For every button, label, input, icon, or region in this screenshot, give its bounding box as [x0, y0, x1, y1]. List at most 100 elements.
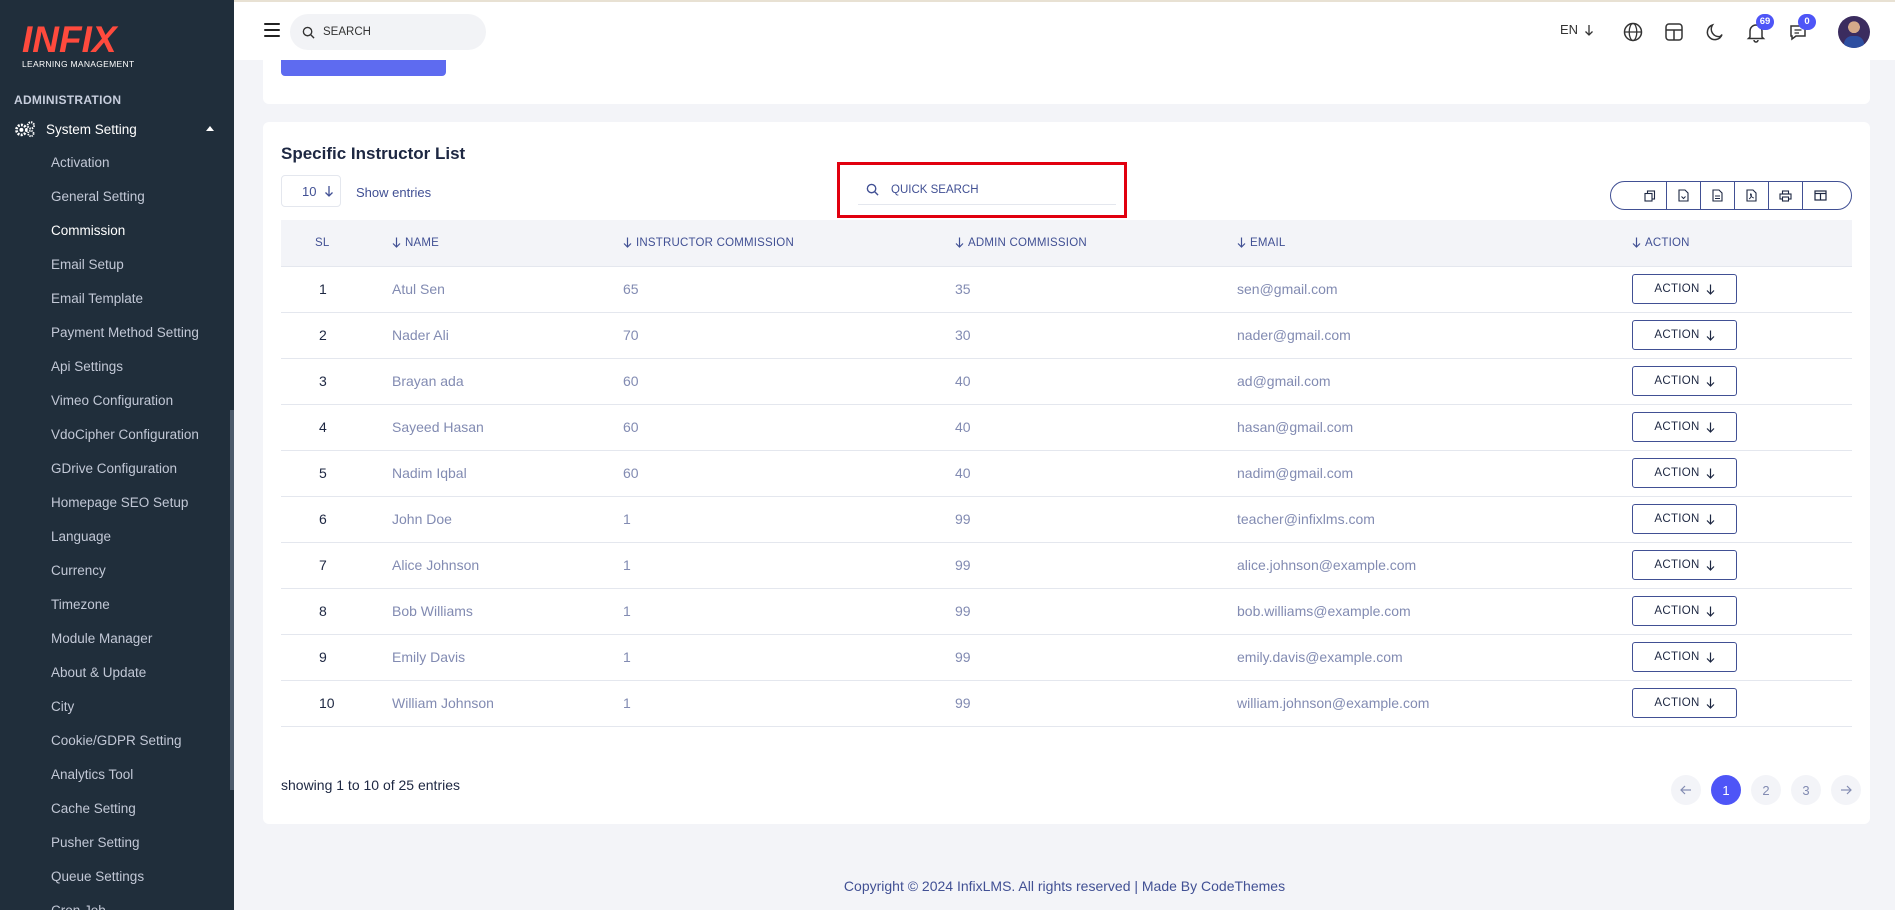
action-dropdown-button[interactable]: ACTION	[1632, 550, 1737, 580]
globe-icon[interactable]	[1622, 21, 1644, 43]
sidebar-item-vdocipher-configuration[interactable]: VdoCipher Configuration	[51, 424, 199, 458]
page-button-1[interactable]: 1	[1711, 775, 1741, 805]
column-header-instructor-commission[interactable]: INSTRUCTOR COMMISSION	[623, 220, 955, 267]
sidebar-item-cache-setting[interactable]: Cache Setting	[51, 798, 199, 832]
action-dropdown-button[interactable]: ACTION	[1632, 274, 1737, 304]
cell-name: Bob Williams	[392, 588, 623, 635]
action-dropdown-button[interactable]: ACTION	[1632, 366, 1737, 396]
column-header-admin-commission[interactable]: ADMIN COMMISSION	[955, 220, 1237, 267]
header-search[interactable]	[290, 14, 486, 50]
copy-icon[interactable]	[1633, 182, 1667, 209]
table-row: 2 Nader Ali 70 30 nader@gmail.com ACTION	[281, 312, 1852, 359]
brand-logo[interactable]: INFIX LEARNING MANAGEMENT	[22, 19, 134, 69]
sidebar-item-city[interactable]: City	[51, 696, 199, 730]
action-label: ACTION	[1654, 467, 1700, 479]
column-header-action[interactable]: ACTION	[1632, 220, 1852, 267]
action-dropdown-button[interactable]: ACTION	[1632, 412, 1737, 442]
sidebar-item-about-update[interactable]: About & Update	[51, 662, 199, 696]
column-header-email[interactable]: EMAIL	[1237, 220, 1632, 267]
menu-toggle-icon[interactable]	[264, 23, 280, 37]
cell-action: ACTION	[1632, 266, 1852, 313]
quick-search[interactable]	[858, 175, 1116, 205]
cell-sl: 2	[281, 312, 392, 359]
arrow-right-icon	[1841, 785, 1852, 795]
search-icon	[866, 183, 879, 196]
cell-admin-commission: 99	[955, 588, 1237, 635]
next-page-button[interactable]	[1831, 775, 1861, 805]
action-dropdown-button[interactable]: ACTION	[1632, 458, 1737, 488]
sidebar-scrollbar[interactable]	[230, 410, 234, 790]
sidebar-item-timezone[interactable]: Timezone	[51, 594, 199, 628]
action-dropdown-button[interactable]: ACTION	[1632, 642, 1737, 672]
sidebar-item-general-setting[interactable]: General Setting	[51, 186, 199, 220]
cell-sl: 5	[281, 450, 392, 497]
cell-sl: 9	[281, 634, 392, 681]
cell-admin-commission: 35	[955, 266, 1237, 313]
sidebar-item-email-setup[interactable]: Email Setup	[51, 254, 199, 288]
save-button-partial[interactable]	[281, 60, 446, 76]
cell-instructor-commission: 60	[623, 450, 955, 497]
action-dropdown-button[interactable]: ACTION	[1632, 320, 1737, 350]
sidebar-item-cookie-gdpr-setting[interactable]: Cookie/GDPR Setting	[51, 730, 199, 764]
sidebar-item-language[interactable]: Language	[51, 526, 199, 560]
notification-badge: 69	[1756, 14, 1774, 30]
cell-admin-commission: 99	[955, 496, 1237, 543]
cell-sl: 1	[281, 266, 392, 313]
sidebar-item-pusher-setting[interactable]: Pusher Setting	[51, 832, 199, 866]
avatar[interactable]	[1838, 16, 1870, 48]
action-dropdown-button[interactable]: ACTION	[1632, 688, 1737, 718]
sidebar-item-queue-settings[interactable]: Queue Settings	[51, 866, 199, 900]
column-header-name[interactable]: NAME	[392, 220, 623, 267]
sidebar-item-email-template[interactable]: Email Template	[51, 288, 199, 322]
page-title: Specific Instructor List	[281, 144, 466, 163]
sidebar-item-payment-method-setting[interactable]: Payment Method Setting	[51, 322, 199, 356]
sidebar-submenu: Activation General Setting Commission Email…	[51, 152, 199, 910]
language-selector[interactable]: EN	[1560, 22, 1594, 37]
search-icon	[302, 26, 315, 39]
cell-sl: 4	[281, 404, 392, 451]
chat-icon[interactable]: 0	[1787, 14, 1816, 43]
logo-text: INFIX	[22, 19, 117, 60]
sidebar-section-title: ADMINISTRATION	[14, 93, 122, 107]
action-dropdown-button[interactable]: ACTION	[1632, 596, 1737, 626]
page-button-3[interactable]: 3	[1791, 775, 1821, 805]
print-icon[interactable]	[1769, 182, 1803, 209]
sidebar-item-activation[interactable]: Activation	[51, 152, 199, 186]
csv-icon[interactable]	[1667, 182, 1701, 209]
action-dropdown-button[interactable]: ACTION	[1632, 504, 1737, 534]
quick-search-input[interactable]	[891, 183, 1091, 196]
entries-per-page-select[interactable]: 10	[281, 175, 341, 207]
column-header-sl[interactable]: SL	[281, 220, 392, 267]
sidebar-item-api-settings[interactable]: Api Settings	[51, 356, 199, 390]
arrow-down-icon	[1706, 698, 1715, 709]
prev-page-button[interactable]	[1671, 775, 1701, 805]
sidebar-item-analytics-tool[interactable]: Analytics Tool	[51, 764, 199, 798]
sidebar-item-gdrive-configuration[interactable]: GDrive Configuration	[51, 458, 199, 492]
layout-icon[interactable]	[1663, 21, 1685, 43]
cell-admin-commission: 99	[955, 542, 1237, 589]
columns-icon[interactable]	[1803, 182, 1837, 209]
sidebar-item-homepage-seo-setup[interactable]: Homepage SEO Setup	[51, 492, 199, 526]
cell-sl: 8	[281, 588, 392, 635]
arrow-down-icon	[1706, 284, 1715, 295]
bell-icon[interactable]: 69	[1745, 14, 1774, 43]
excel-icon[interactable]	[1701, 182, 1735, 209]
sidebar-item-module-manager[interactable]: Module Manager	[51, 628, 199, 662]
showing-entries-text: showing 1 to 10 of 25 entries	[281, 777, 461, 793]
pdf-icon[interactable]	[1735, 182, 1769, 209]
header-search-input[interactable]	[323, 26, 473, 38]
cell-action: ACTION	[1632, 312, 1852, 359]
sidebar-menu-system-setting[interactable]: System Setting	[14, 118, 214, 140]
cell-action: ACTION	[1632, 542, 1852, 589]
page-button-2[interactable]: 2	[1751, 775, 1781, 805]
sidebar-item-cron-job[interactable]: Cron Job	[51, 900, 199, 910]
sidebar-item-vimeo-configuration[interactable]: Vimeo Configuration	[51, 390, 199, 424]
sidebar-item-commission[interactable]: Commission	[51, 220, 199, 254]
action-label: ACTION	[1654, 605, 1700, 617]
cell-name: Brayan ada	[392, 358, 623, 405]
cell-name: Nadim Iqbal	[392, 450, 623, 497]
moon-icon[interactable]	[1704, 21, 1726, 43]
arrow-down-icon	[1706, 422, 1715, 433]
sidebar-item-currency[interactable]: Currency	[51, 560, 199, 594]
copyright-text: Copyright © 2024 InfixLMS. All rights re…	[843, 878, 1286, 894]
